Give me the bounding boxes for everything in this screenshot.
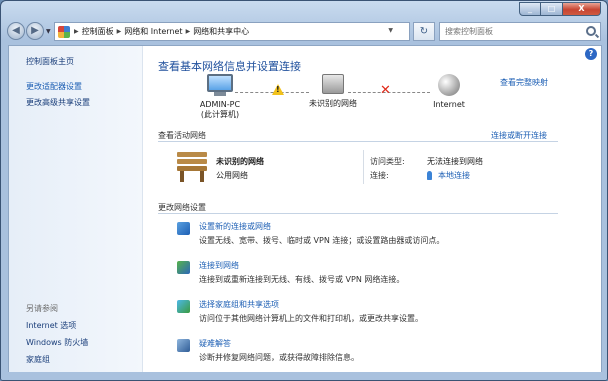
recent-pages-dropdown[interactable]: ▼ (46, 28, 51, 35)
search-box[interactable] (439, 22, 601, 41)
sidebar-home-link[interactable]: 控制面板主页 (26, 56, 74, 67)
active-network-name: 未识别的网络 (216, 157, 264, 166)
help-icon[interactable]: ? (585, 48, 597, 60)
change-advanced-sharing-link[interactable]: 更改高级共享设置 (26, 97, 90, 108)
breadcrumb-item[interactable]: 网络和 Internet (124, 26, 182, 37)
navigation-toolbar: ◀ ▶ ▼ ▶ 控制面板 ▶ 网络和 Internet ▶ 网络和共享中心 ▼ … (1, 19, 607, 45)
homegroup-sharing-link[interactable]: 选择家庭组和共享选项 (199, 299, 279, 310)
active-networks-heading: 查看活动网络 (158, 131, 206, 140)
local-connection-link[interactable]: 本地连接 (438, 171, 470, 180)
search-icon[interactable] (586, 26, 596, 36)
breadcrumb-item[interactable]: 控制面板 (82, 26, 114, 37)
search-input[interactable] (440, 23, 580, 40)
vertical-divider (363, 150, 364, 184)
computer-icon (207, 74, 233, 92)
refresh-button[interactable]: ↻ (413, 22, 435, 41)
public-network-bench-icon (175, 152, 211, 182)
close-button[interactable]: X (563, 2, 601, 16)
computer-subtitle: (此计算机) (200, 110, 240, 119)
address-dropdown-icon[interactable]: ▼ (388, 27, 393, 34)
connection-item[interactable]: 本地连接 (427, 170, 470, 181)
homegroup-icon (177, 300, 190, 313)
connect-network-icon (177, 261, 190, 274)
address-bar[interactable]: ▶ 控制面板 ▶ 网络和 Internet ▶ 网络和共享中心 ▼ (54, 22, 410, 41)
breadcrumb-item[interactable]: 网络和共享中心 (193, 26, 249, 37)
content-area: 控制面板主页 更改适配器设置 更改高级共享设置 另请参阅 Internet 选项… (8, 45, 602, 374)
caption-buttons: _ □ X (519, 2, 601, 16)
windows-firewall-link[interactable]: Windows 防火墙 (26, 337, 88, 348)
computer-node[interactable]: ADMIN-PC (此计算机) (185, 74, 255, 120)
network-type-link[interactable]: 公用网络 (216, 170, 248, 181)
forward-button[interactable]: ▶ (26, 22, 44, 40)
internet-options-link[interactable]: Internet 选项 (26, 320, 76, 331)
access-type-label: 访问类型: (370, 157, 405, 166)
warning-icon[interactable]: ! (272, 84, 284, 95)
minimize-button[interactable]: _ (519, 2, 541, 16)
internet-node[interactable]: Internet (414, 74, 484, 109)
task-description: 诊断并修复网络问题，或获得故障排除信息。 (199, 353, 359, 362)
computer-stand (214, 92, 226, 96)
troubleshoot-icon (177, 339, 190, 352)
troubleshoot-link[interactable]: 疑难解答 (199, 338, 231, 349)
section-divider (158, 141, 558, 142)
page-title: 查看基本网络信息并设置连接 (158, 60, 301, 73)
back-button[interactable]: ◀ (7, 22, 25, 40)
ethernet-icon (427, 171, 432, 180)
section-divider (158, 213, 558, 214)
window: _ □ X ◀ ▶ ▼ ▶ 控制面板 ▶ 网络和 Internet ▶ 网络和共… (0, 0, 608, 381)
change-settings-heading: 更改网络设置 (158, 203, 206, 212)
task-description: 设置无线、宽带、拨号、临时或 VPN 连接；或设置路由器或访问点。 (199, 236, 445, 245)
network-map: ! ✕ ADMIN-PC (此计算机) 未识别的网络 Internet (143, 74, 583, 134)
network-icon (322, 74, 344, 94)
connect-to-network-link[interactable]: 连接到网络 (199, 260, 239, 271)
new-connection-icon (177, 222, 190, 235)
homegroup-link[interactable]: 家庭组 (26, 354, 50, 365)
control-panel-icon (58, 25, 70, 38)
unknown-network-node[interactable]: 未识别的网络 (298, 74, 368, 109)
internet-label: Internet (433, 100, 465, 109)
breadcrumb-separator[interactable]: ▶ (186, 28, 191, 35)
task-description: 访问位于其他网络计算机上的文件和打印机，或更改共享设置。 (199, 314, 423, 323)
connections-label: 连接: (370, 171, 389, 180)
change-adapter-settings-link[interactable]: 更改适配器设置 (26, 81, 82, 92)
breadcrumb-separator[interactable]: ▶ (117, 28, 122, 35)
see-also-heading: 另请参阅 (26, 304, 58, 313)
sidebar: 控制面板主页 更改适配器设置 更改高级共享设置 另请参阅 Internet 选项… (9, 46, 143, 373)
disconnected-x-icon[interactable]: ✕ (380, 83, 391, 98)
unknown-network-label: 未识别的网络 (309, 99, 357, 108)
setup-connection-link[interactable]: 设置新的连接或网络 (199, 221, 271, 232)
maximize-button[interactable]: □ (541, 2, 563, 16)
computer-name: ADMIN-PC (199, 100, 241, 109)
window-bottom-border (1, 372, 607, 380)
access-type-value: 无法连接到网络 (427, 157, 483, 166)
task-description: 连接到或重新连接到无线、有线、拨号或 VPN 网络连接。 (199, 275, 405, 284)
main-panel: ? 查看基本网络信息并设置连接 查看完整映射 ! ✕ ADMIN-PC (此计算… (143, 46, 601, 373)
connect-disconnect-link[interactable]: 连接或断开连接 (491, 130, 547, 141)
globe-icon (438, 74, 460, 96)
breadcrumb-separator[interactable]: ▶ (74, 28, 79, 35)
